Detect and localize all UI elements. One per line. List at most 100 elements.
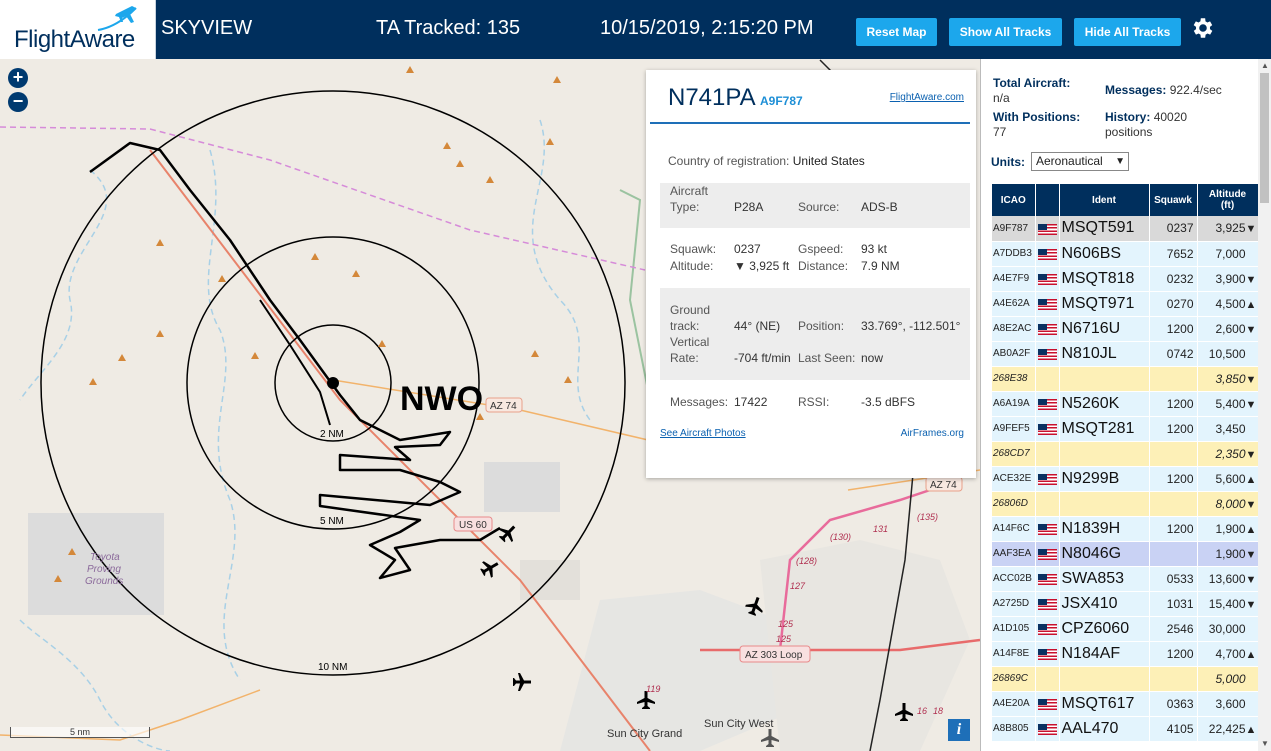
route-number: (135): [917, 512, 938, 522]
table-row[interactable]: 26869C 5,000: [992, 666, 1258, 692]
table-row[interactable]: ACC02B SWA853 0533 13,600▼: [992, 566, 1258, 592]
table-row[interactable]: A14F8E N184AF 1200 4,700▲: [992, 641, 1258, 667]
altitude-trend-icon: ▲: [1245, 723, 1257, 736]
table-row[interactable]: A2725D JSX410 1031 15,400▼: [992, 591, 1258, 617]
row-icao: A4E20A: [992, 691, 1036, 717]
range-label-5nm: 5 NM: [320, 516, 344, 527]
aircraft-icon[interactable]: [495, 520, 520, 545]
terrain-patch: [484, 462, 560, 512]
table-row[interactable]: A4E20A MSQT617 0363 3,600: [992, 691, 1258, 717]
us-flag-icon: [1037, 598, 1057, 610]
row-icao: A9FEF5: [992, 416, 1036, 442]
messages-rate-label: Messages:: [1105, 83, 1167, 97]
row-squawk: 0533: [1149, 566, 1198, 592]
last-seen-value: now: [861, 351, 884, 365]
table-row[interactable]: AAF3EA N8046G 1,900▼: [992, 541, 1258, 567]
table-row[interactable]: A4E7F9 MSQT818 0232 3,900▼: [992, 266, 1258, 292]
row-icao: 268CD7: [992, 441, 1036, 467]
row-ident: N5260K: [1059, 391, 1150, 417]
zoom-out-button[interactable]: −: [8, 92, 28, 112]
altitude-value: 3,900: [1215, 271, 1246, 286]
row-squawk: 1200: [1149, 391, 1198, 417]
aircraft-table: ICAO Ident Squawk Altitude (ft) A9F787 MS…: [992, 184, 1258, 742]
row-ident: N810JL: [1059, 341, 1150, 367]
station-label: NWO: [400, 380, 483, 418]
ta-tracked-count: TA Tracked: 135: [376, 17, 521, 39]
hide-all-tracks-button[interactable]: Hide All Tracks: [1074, 18, 1181, 46]
route-number: 16: [917, 706, 927, 716]
road-label-az74: AZ 74: [490, 401, 517, 412]
table-row[interactable]: A8B805 AAL470 4105 22,425▲: [992, 716, 1258, 742]
table-row[interactable]: A8E2AC N6716U 1200 2,600▼: [992, 316, 1258, 342]
place-label-toyota: Toyota: [90, 552, 120, 563]
sidebar-scrollbar[interactable]: ▲ ▼: [1258, 59, 1271, 751]
row-altitude: 22,425▲: [1197, 716, 1258, 742]
aircraft-icon[interactable]: [513, 673, 531, 691]
map-info-button[interactable]: i: [948, 719, 970, 741]
row-icao: A7DDB3: [992, 241, 1036, 267]
airframes-link[interactable]: AirFrames.org: [901, 428, 964, 439]
reset-map-button[interactable]: Reset Map: [856, 18, 937, 46]
us-flag-icon: [1037, 623, 1057, 635]
table-row[interactable]: A9F787 MSQT591 0237 3,925▼: [992, 216, 1258, 242]
row-squawk: 1200: [1149, 641, 1198, 667]
table-row[interactable]: 268E38 3,850▼: [992, 366, 1258, 392]
flightaware-link[interactable]: FlightAware.com: [890, 92, 964, 103]
table-row[interactable]: 268CD7 2,350▼: [992, 441, 1258, 467]
row-squawk: 1200: [1149, 416, 1198, 442]
scroll-down-arrow-icon[interactable]: ▼: [1261, 739, 1269, 748]
logo-text: FlightAware: [14, 26, 135, 53]
flight-track[interactable]: [259, 299, 331, 426]
selected-flight-track[interactable]: [89, 141, 501, 580]
distance-value: 7.9 NM: [861, 259, 900, 273]
units-select[interactable]: Aeronautical ▼: [1031, 152, 1129, 171]
range-label-10nm: 10 NM: [318, 662, 347, 673]
table-row[interactable]: 26806D 8,000▼: [992, 491, 1258, 517]
altitude-trend-icon: ▲: [1245, 473, 1257, 486]
row-flag: [1035, 516, 1060, 542]
row-flag: [1035, 566, 1060, 592]
table-row[interactable]: A1D105 CPZ6060 2546 30,000: [992, 616, 1258, 642]
aircraft-table-container[interactable]: ICAO Ident Squawk Altitude (ft) A9F787 MS…: [992, 184, 1258, 751]
table-row[interactable]: A6A19A N5260K 1200 5,400▼: [992, 391, 1258, 417]
row-icao: 26869C: [992, 666, 1036, 692]
aircraft-icon[interactable]: [761, 729, 779, 747]
row-altitude: 10,500: [1197, 341, 1258, 367]
col-header-icao[interactable]: ICAO: [992, 184, 1036, 216]
col-header-squawk[interactable]: Squawk: [1149, 184, 1198, 216]
altitude-value: ▼ 3,925 ft: [734, 259, 790, 273]
row-flag: [1035, 216, 1060, 242]
table-row[interactable]: A14F6C N1839H 1200 1,900▲: [992, 516, 1258, 542]
row-flag: [1035, 466, 1060, 492]
row-altitude: 2,350▼: [1197, 441, 1258, 467]
table-row[interactable]: A7DDB3 N606BS 7652 7,000: [992, 241, 1258, 267]
col-header-altitude[interactable]: Altitude (ft): [1197, 184, 1258, 216]
popup-section-type: Aircraft Type: P28A Source: ADS-B: [660, 183, 970, 228]
row-ident: [1059, 491, 1150, 517]
flightaware-logo[interactable]: FlightAware: [0, 0, 156, 59]
us-flag-icon: [1037, 423, 1057, 435]
table-row[interactable]: A9FEF5 MSQT281 1200 3,450: [992, 416, 1258, 442]
scrollbar-thumb[interactable]: [1260, 73, 1269, 203]
see-aircraft-photos-link[interactable]: See Aircraft Photos: [660, 428, 746, 439]
row-altitude: 15,400▼: [1197, 591, 1258, 617]
row-flag: [1035, 266, 1060, 292]
col-header-flag[interactable]: [1035, 184, 1060, 216]
aircraft-type-label-1: Aircraft: [670, 184, 709, 198]
route-number: 119: [646, 684, 660, 694]
row-altitude: 4,500▲: [1197, 291, 1258, 317]
with-positions-stat: With Positions: 77: [993, 110, 1080, 140]
table-row[interactable]: A4E62A MSQT971 0270 4,500▲: [992, 291, 1258, 317]
gear-icon[interactable]: [1190, 15, 1216, 41]
row-ident: SWA853: [1059, 566, 1150, 592]
total-aircraft-label: Total Aircraft:: [993, 76, 1071, 90]
zoom-in-button[interactable]: +: [8, 68, 28, 88]
route-number: (130): [830, 532, 851, 542]
scroll-up-arrow-icon[interactable]: ▲: [1261, 61, 1269, 70]
col-header-ident[interactable]: Ident: [1059, 184, 1150, 216]
row-ident: N606BS: [1059, 241, 1150, 267]
table-row[interactable]: ACE32E N9299B 1200 5,600▲: [992, 466, 1258, 492]
show-all-tracks-button[interactable]: Show All Tracks: [949, 18, 1062, 46]
row-altitude: 3,900▼: [1197, 266, 1258, 292]
table-row[interactable]: AB0A2F N810JL 0742 10,500: [992, 341, 1258, 367]
